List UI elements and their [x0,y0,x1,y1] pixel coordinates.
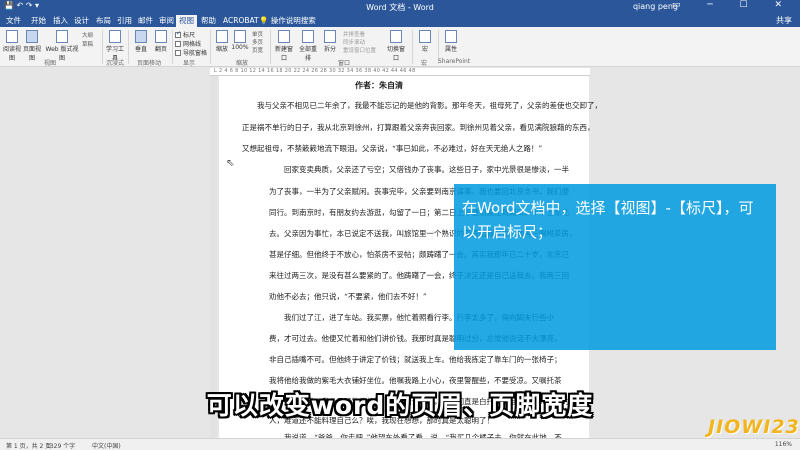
paragraph-line: 我与父亲不相见已二年余了，我最不能忘记的是他的背影。那年冬天，祖母死了，父亲的差… [257,101,602,110]
title-bar: 💾 ↶ ↷ ▾ Word 文档 - Word qiang peng ▭ ─ ☐ … [0,0,800,14]
multiple-pages-button[interactable]: 多页 [252,38,263,46]
switch-windows-button[interactable]: 切换窗口 [385,30,407,62]
word-count[interactable]: 1329 个字 [46,441,75,450]
macros-button[interactable]: 宏 [416,30,434,53]
arrange-all-icon [302,30,314,43]
group-label-sharepoint: SharePoint [438,58,471,65]
side-to-side-icon [155,30,167,43]
author-line: 作者：朱自清 [355,80,403,90]
split-icon [324,30,336,43]
new-window-button[interactable]: 新建窗口 [273,30,295,62]
group-label-zoom: 缩放 [236,60,249,67]
instruction-text: 在Word文档中，选择【视图】-【标尺】，可以开启标尺； [462,199,754,241]
print-layout-icon [26,30,38,43]
group-label-immersive: 沉浸式 [106,60,125,67]
learning-tools-icon [109,30,121,43]
window-controls[interactable]: ▭ ─ ☐ ✕ [672,0,794,10]
vertical-ruler[interactable] [210,76,217,438]
tab-help[interactable]: 帮助 [198,15,219,27]
share-button[interactable]: 共享 [776,15,792,26]
language-indicator[interactable]: 中文(中国) [92,441,121,450]
gridlines-checkbox[interactable]: 网格线 [175,39,201,48]
reset-window-position-button[interactable]: 重设窗口位置 [343,46,376,54]
paragraph-line: 劝他不必去；他只说，“不要紧，他们去不好！” [269,292,427,301]
paragraph-line: 回家变卖典质，父亲还了亏空；又借钱办了丧事。这些日子，家中光景很是惨淡，一半 [284,165,569,174]
print-layout-button[interactable]: 页面视图 [23,30,41,62]
macros-icon [419,30,431,43]
draft-button[interactable]: 草稿 [82,40,93,48]
switch-windows-icon [390,30,402,43]
web-layout-icon [56,30,68,43]
zoom-100-button[interactable]: 100% [231,30,249,52]
web-layout-button[interactable]: Web 版式视图 [45,30,79,62]
group-separator [210,30,211,64]
outline-button[interactable]: 大纲 [82,31,93,39]
video-subtitle: 可以改变word的页眉、页脚宽度 [206,391,594,420]
tab-mailings[interactable]: 邮件 [135,15,156,27]
read-mode-icon [6,30,18,43]
checkbox-checked-icon [175,30,181,38]
ribbon-view: 阅读视图 页面视图 Web 版式视图 大纲 草稿 视图 学习工具 沉浸式 垂直 … [0,27,800,67]
paragraph-line: 又想起祖母，不禁簌簌地流下眼泪。父亲说，“事已如此，不必难过，好在天无绝人之路！… [242,144,543,153]
tab-view[interactable]: 视图 [176,15,197,27]
tab-review[interactable]: 审阅 [156,15,177,27]
horizontal-ruler[interactable]: L 2 4 6 8 10 12 14 16 18 20 22 24 26 28 … [210,68,590,76]
split-button[interactable]: 拆分 [321,30,339,53]
properties-icon [445,30,457,43]
checkbox-icon [175,41,181,47]
site-logo-watermark: JIOWI234 [708,416,800,438]
status-bar: 第 1 页，共 2 页 1329 个字 中文(中国) 116% [0,438,800,450]
paragraph-line: 非自己插嘴不可。但他终于讲定了价钱；就送我上车。他给我拣定了靠车门的一张椅子； [269,355,562,364]
group-separator [270,30,271,64]
page-count[interactable]: 第 1 页，共 2 页 [6,441,51,450]
group-label-views: 视图 [44,60,57,67]
page-width-button[interactable]: 页宽 [252,46,263,54]
tab-file[interactable]: 文件 [3,15,24,27]
zoom-button[interactable]: 缩放 [213,30,231,53]
group-label-macros: 宏 [421,60,428,67]
mouse-cursor-icon: ⇖ [226,158,235,169]
tab-insert[interactable]: 插入 [50,15,71,27]
ruler-checkbox[interactable]: 标尺 [175,30,195,39]
nav-pane-checkbox[interactable]: 导航窗格 [175,48,207,57]
sync-scroll-button[interactable]: 同步滚动 [343,38,365,46]
tell-me-search[interactable]: 💡 操作说明搜索 [256,15,319,27]
paragraph-line: 我将他给我做的紫毛大衣铺好坐位。他嘱我路上小心，夜里警醒些，不要受凉。又嘱托茶 [269,376,562,385]
one-page-button[interactable]: 单页 [252,30,263,38]
instruction-overlay: 在Word文档中，选择【视图】-【标尺】，可以开启标尺； [454,184,776,350]
group-label-show: 显示 [183,60,196,67]
tab-design[interactable]: 设计 [71,15,92,27]
paragraph-line: 正是祸不单行的日子，我从北京到徐州，打算跟着父亲奔丧回家。到徐州见着父亲，看见满… [242,123,595,132]
ruler-numbers: L 2 4 6 8 10 12 14 16 18 20 22 24 26 28 … [214,68,416,74]
group-separator [102,30,103,64]
group-separator [128,30,129,64]
zoom-icon [216,30,228,43]
group-label-window: 窗口 [338,60,351,67]
vertical-icon [135,30,147,43]
group-separator [412,30,413,64]
tab-home[interactable]: 开始 [28,15,49,27]
tab-layout[interactable]: 布局 [93,15,114,27]
properties-button[interactable]: 属性 [442,30,460,53]
learning-tools-button[interactable]: 学习工具 [106,30,124,62]
ribbon-tab-bar: 文件 开始 插入 设计 布局 引用 邮件 审阅 视图 帮助 ACROBAT 💡 … [0,14,800,27]
zoom-100-icon [234,30,246,43]
vertical-button[interactable]: 垂直 [132,30,150,53]
checkbox-icon [175,50,181,56]
side-by-side-button[interactable]: 并排查看 [343,30,365,38]
read-mode-button[interactable]: 阅读视图 [3,30,21,62]
arrange-all-button[interactable]: 全部重排 [297,30,319,62]
new-window-icon [278,30,290,43]
tab-references[interactable]: 引用 [114,15,135,27]
side-to-side-button[interactable]: 翻页 [152,30,170,53]
zoom-level[interactable]: 116% [775,441,792,448]
group-label-page-movement: 页面移动 [137,60,162,67]
group-separator [172,30,173,64]
